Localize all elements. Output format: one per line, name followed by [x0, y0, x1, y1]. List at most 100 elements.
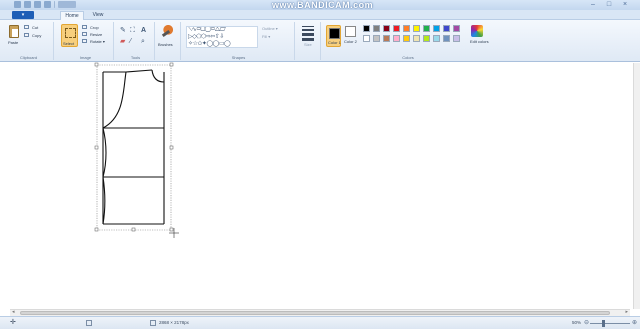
color-swatch[interactable] — [383, 35, 390, 42]
size-line — [302, 33, 314, 36]
crop-button[interactable]: Crop — [90, 25, 99, 30]
color-swatch[interactable] — [423, 35, 430, 42]
pencil-icon[interactable]: ✎ — [120, 27, 126, 34]
vertical-scrollbar[interactable] — [633, 63, 640, 309]
resize-icon[interactable] — [82, 32, 87, 36]
magnifier-icon[interactable]: ⌕ — [141, 38, 145, 45]
cut-icon[interactable] — [24, 25, 29, 29]
zoom-in-button[interactable]: ⊕ — [632, 319, 637, 326]
color-swatch[interactable] — [383, 25, 390, 32]
zoom-slider-knob[interactable] — [602, 320, 605, 327]
resize-handle[interactable] — [94, 227, 99, 232]
size-line — [302, 29, 314, 31]
color-2-swatch[interactable] — [345, 26, 356, 37]
color-swatch[interactable] — [433, 35, 440, 42]
color-swatch[interactable] — [393, 25, 400, 32]
quick-access-toolbar — [14, 1, 76, 8]
resize-handle[interactable] — [169, 62, 174, 67]
brushes-button[interactable]: Brushes — [158, 42, 173, 47]
size-icon[interactable] — [302, 26, 314, 43]
horizontal-scrollbar[interactable]: ◂ ▸ — [10, 309, 630, 316]
paste-button[interactable]: Paste — [8, 40, 18, 45]
app-menu-icon[interactable] — [14, 1, 21, 8]
horizontal-scroll-thumb[interactable] — [20, 311, 610, 315]
color-swatch[interactable] — [393, 35, 400, 42]
paste-icon[interactable] — [9, 25, 19, 38]
status-bar: ✛ 2868 × 2178px 50% ⊖ ⊕ — [0, 316, 640, 329]
colors-group: Color 1 Color 2 Edit colors Colors — [323, 22, 493, 60]
tab-home[interactable]: Home — [60, 11, 84, 20]
color-2-label[interactable]: Color 2 — [344, 39, 357, 44]
color-swatch[interactable] — [373, 35, 380, 42]
color-swatch[interactable] — [363, 35, 370, 42]
color-1-button[interactable]: Color 1 — [326, 25, 341, 47]
minimize-button[interactable]: – — [588, 1, 598, 9]
tab-view[interactable]: View — [88, 11, 108, 20]
zoom-slider[interactable] — [590, 323, 630, 324]
edit-colors-button[interactable]: Edit colors — [469, 22, 489, 52]
rotate-button[interactable]: Rotate ▾ — [90, 39, 105, 44]
ribbon: Paste Cut Copy Clipboard Select Crop Res… — [0, 20, 640, 62]
resize-button[interactable]: Resize — [90, 32, 102, 37]
maximize-button[interactable]: □ — [604, 1, 614, 9]
resize-handle[interactable] — [169, 227, 174, 232]
shapes-row-3[interactable]: ✧☆✩✦◯◯▭◯ — [188, 41, 257, 47]
close-button[interactable]: × — [620, 1, 630, 9]
selection-size-icon — [86, 320, 92, 326]
copy-button[interactable]: Copy — [32, 33, 41, 38]
color-swatch[interactable] — [413, 25, 420, 32]
color-swatch[interactable] — [443, 25, 450, 32]
color-swatch[interactable] — [423, 25, 430, 32]
title-bar: www.BANDICAM.com – □ × — [0, 0, 640, 10]
fill-dropdown[interactable]: Fill ▾ — [262, 34, 270, 39]
rotate-icon[interactable] — [82, 39, 87, 43]
shapes-gallery[interactable]: ⟍∿▭▢◯▭△▱ ▷◇⬠⬡⇨⇦⇧⇩ ✧☆✩✦◯◯▭◯ — [186, 26, 258, 48]
pattern-neck-curve — [151, 69, 165, 83]
ribbon-tabs: ▾ Home View — [0, 10, 640, 20]
scroll-left-arrow-icon[interactable]: ◂ — [12, 309, 15, 315]
cut-button[interactable]: Cut — [32, 25, 38, 30]
color-swatch[interactable] — [373, 25, 380, 32]
size-line — [302, 26, 314, 27]
tools-group-label: Tools — [130, 55, 141, 60]
colors-group-label: Colors — [402, 55, 414, 60]
text-tool-icon[interactable]: A — [141, 27, 146, 34]
window-controls: – □ × — [588, 1, 630, 9]
color-picker-icon[interactable]: ⁄ — [130, 38, 131, 45]
file-menu-button[interactable]: ▾ — [12, 11, 34, 19]
resize-handle[interactable] — [131, 227, 136, 232]
color-swatch[interactable] — [403, 35, 410, 42]
color-swatch[interactable] — [453, 35, 460, 42]
color-swatch[interactable] — [443, 35, 450, 42]
color-swatch[interactable] — [453, 25, 460, 32]
resize-handle[interactable] — [94, 145, 99, 150]
pattern-shoulder-line — [103, 69, 153, 73]
undo-icon[interactable] — [34, 1, 41, 8]
canvas-size-text: 2868 × 2178px — [159, 320, 189, 325]
color-swatch[interactable] — [403, 25, 410, 32]
crop-icon[interactable] — [82, 25, 87, 29]
cursor-position-icon: ✛ — [10, 319, 16, 326]
shapes-row-2[interactable]: ▷◇⬠⬡⇨⇦⇧⇩ — [188, 34, 257, 41]
resize-handle[interactable] — [94, 62, 99, 67]
shapes-row-1[interactable]: ⟍∿▭▢◯▭△▱ — [188, 27, 257, 34]
outline-dropdown[interactable]: Outline ▾ — [262, 26, 278, 31]
size-button[interactable]: Size — [304, 42, 312, 47]
drawing-canvas[interactable] — [90, 62, 190, 247]
eraser-icon[interactable]: ▰ — [120, 38, 125, 45]
scroll-right-arrow-icon[interactable]: ▸ — [625, 309, 628, 315]
select-button[interactable]: Select — [63, 41, 74, 46]
color-swatch[interactable] — [413, 35, 420, 42]
copy-icon[interactable] — [24, 33, 29, 37]
color-swatch[interactable] — [363, 25, 370, 32]
resize-handle[interactable] — [169, 145, 174, 150]
brush-icon[interactable] — [161, 25, 173, 37]
redo-icon[interactable] — [44, 1, 51, 8]
zoom-out-button[interactable]: ⊖ — [584, 319, 589, 326]
canvas-boundary — [96, 64, 172, 231]
fill-icon[interactable]: ⛶ — [130, 27, 135, 34]
pattern-drawing — [102, 69, 165, 225]
color-swatch[interactable] — [433, 25, 440, 32]
save-icon[interactable] — [24, 1, 31, 8]
clipboard-group-label: Clipboard — [19, 55, 38, 60]
